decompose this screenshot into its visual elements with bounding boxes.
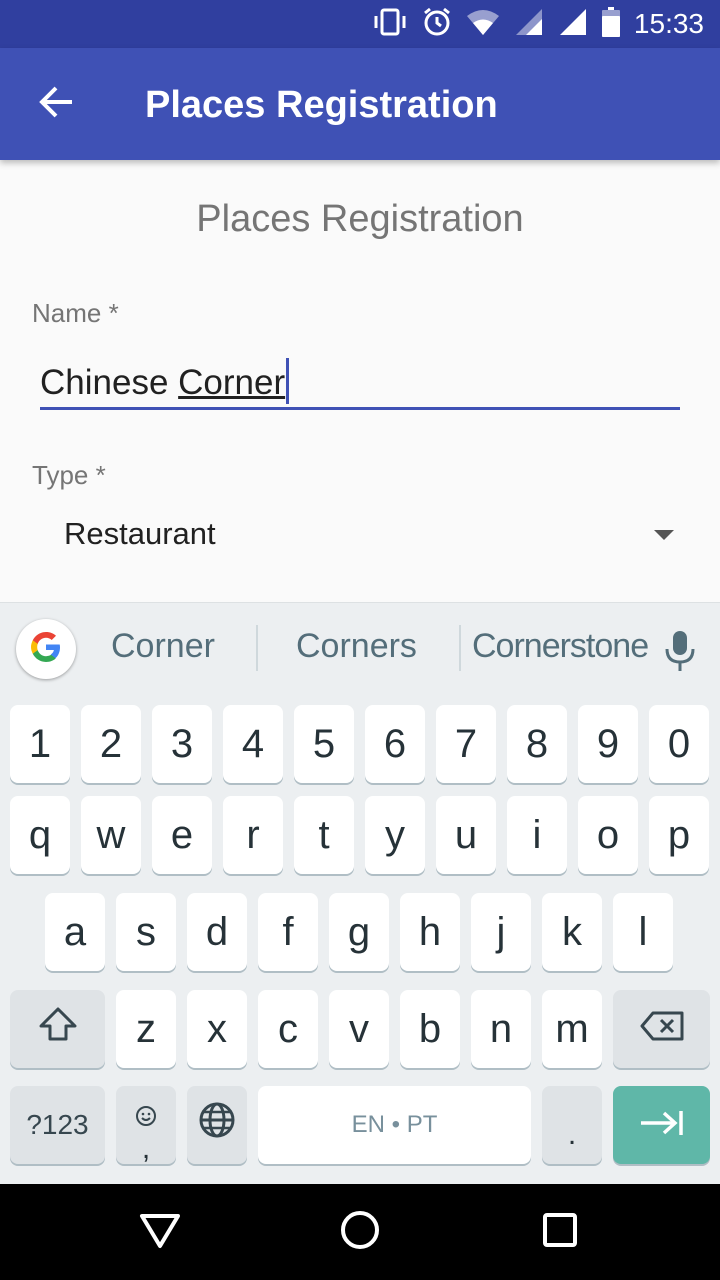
navigation-bar (0, 1184, 720, 1280)
nav-recents-button[interactable] (536, 1208, 584, 1256)
key-8[interactable]: 8 (507, 705, 567, 783)
nav-back-button[interactable] (136, 1208, 184, 1256)
key-e[interactable]: e (152, 796, 212, 874)
key-l[interactable]: l (613, 893, 673, 971)
triangle-back-icon (138, 1210, 182, 1255)
key-j[interactable]: j (471, 893, 531, 971)
mic-button[interactable] (660, 627, 700, 675)
key-g[interactable]: g (329, 893, 389, 971)
key-7[interactable]: 7 (436, 705, 496, 783)
key-9[interactable]: 9 (578, 705, 638, 783)
key-z[interactable]: z (116, 990, 176, 1068)
key-0[interactable]: 0 (649, 705, 709, 783)
type-select[interactable]: Restaurant (40, 508, 690, 568)
google-button[interactable] (16, 619, 76, 679)
alarm-icon (422, 7, 452, 42)
nav-home-button[interactable] (336, 1208, 384, 1256)
status-bar: 15:33 (0, 0, 720, 48)
signal-icon (514, 7, 544, 42)
name-value-composing: Corner (178, 363, 286, 402)
vibrate-icon (372, 8, 408, 41)
key-h[interactable]: h (400, 893, 460, 971)
period-key[interactable]: . (542, 1086, 602, 1164)
name-label: Name * (32, 298, 119, 328)
symbols-key[interactable]: ?123 (10, 1086, 105, 1164)
keyboard: Corner Corners Cornerstone 1 2 3 4 5 6 7… (0, 602, 720, 1184)
circle-home-icon (338, 1208, 382, 1257)
name-input-value: Chinese Corner (40, 358, 290, 404)
app-title: Places Registration (145, 84, 498, 126)
suggestion-3[interactable]: Cornerstone (472, 627, 649, 666)
key-w[interactable]: w (81, 796, 141, 874)
key-y[interactable]: y (365, 796, 425, 874)
suggestion-strip: Corner Corners Cornerstone (0, 602, 720, 698)
key-o[interactable]: o (578, 796, 638, 874)
key-a[interactable]: a (45, 893, 105, 971)
key-k[interactable]: k (542, 893, 602, 971)
key-3[interactable]: 3 (152, 705, 212, 783)
key-4[interactable]: 4 (223, 705, 283, 783)
key-2[interactable]: 2 (81, 705, 141, 783)
shift-key[interactable] (10, 990, 105, 1068)
dropdown-arrow-icon (654, 530, 674, 540)
key-x[interactable]: x (187, 990, 247, 1068)
key-s[interactable]: s (116, 893, 176, 971)
form-title: Places Registration (196, 198, 524, 240)
space-key[interactable]: EN • PT (258, 1086, 531, 1164)
key-i[interactable]: i (507, 796, 567, 874)
comma-label: , (141, 1131, 151, 1165)
language-key[interactable] (187, 1086, 247, 1164)
emoji-icon (135, 1092, 157, 1137)
backspace-icon (639, 1007, 685, 1052)
key-p[interactable]: p (649, 796, 709, 874)
key-d[interactable]: d (187, 893, 247, 971)
key-q[interactable]: q (10, 796, 70, 874)
key-u[interactable]: u (436, 796, 496, 874)
key-n[interactable]: n (471, 990, 531, 1068)
emoji-comma-key[interactable]: , (116, 1086, 176, 1164)
type-select-value: Restaurant (64, 516, 216, 551)
suggestion-divider (256, 625, 258, 671)
type-label: Type * (32, 460, 106, 490)
key-1[interactable]: 1 (10, 705, 70, 783)
shift-icon (38, 1006, 78, 1052)
suggestion-divider (459, 625, 461, 671)
google-g-icon (27, 628, 65, 671)
battery-icon (601, 6, 620, 42)
key-m[interactable]: m (542, 990, 602, 1068)
backspace-key[interactable] (613, 990, 710, 1068)
key-f[interactable]: f (258, 893, 318, 971)
mic-icon (660, 631, 700, 679)
app-bar: Places Registration (0, 48, 720, 160)
suggestion-1[interactable]: Corner (111, 627, 215, 666)
name-input[interactable]: Chinese Corner (40, 352, 680, 410)
text-caret (286, 358, 290, 404)
wifi-icon (466, 8, 500, 41)
square-recents-icon (540, 1210, 580, 1255)
signal-icon (558, 7, 588, 42)
name-value-prefix: Chinese (40, 363, 179, 402)
key-6[interactable]: 6 (365, 705, 425, 783)
globe-icon (198, 1101, 236, 1149)
key-c[interactable]: c (258, 990, 318, 1068)
key-b[interactable]: b (400, 990, 460, 1068)
arrow-back-icon (38, 84, 74, 125)
suggestion-2[interactable]: Corners (296, 627, 417, 666)
next-field-icon (639, 1103, 685, 1148)
back-button[interactable] (24, 76, 88, 132)
status-time: 15:33 (633, 8, 704, 39)
key-5[interactable]: 5 (294, 705, 354, 783)
key-t[interactable]: t (294, 796, 354, 874)
key-v[interactable]: v (329, 990, 389, 1068)
enter-key[interactable] (613, 1086, 710, 1164)
key-r[interactable]: r (223, 796, 283, 874)
